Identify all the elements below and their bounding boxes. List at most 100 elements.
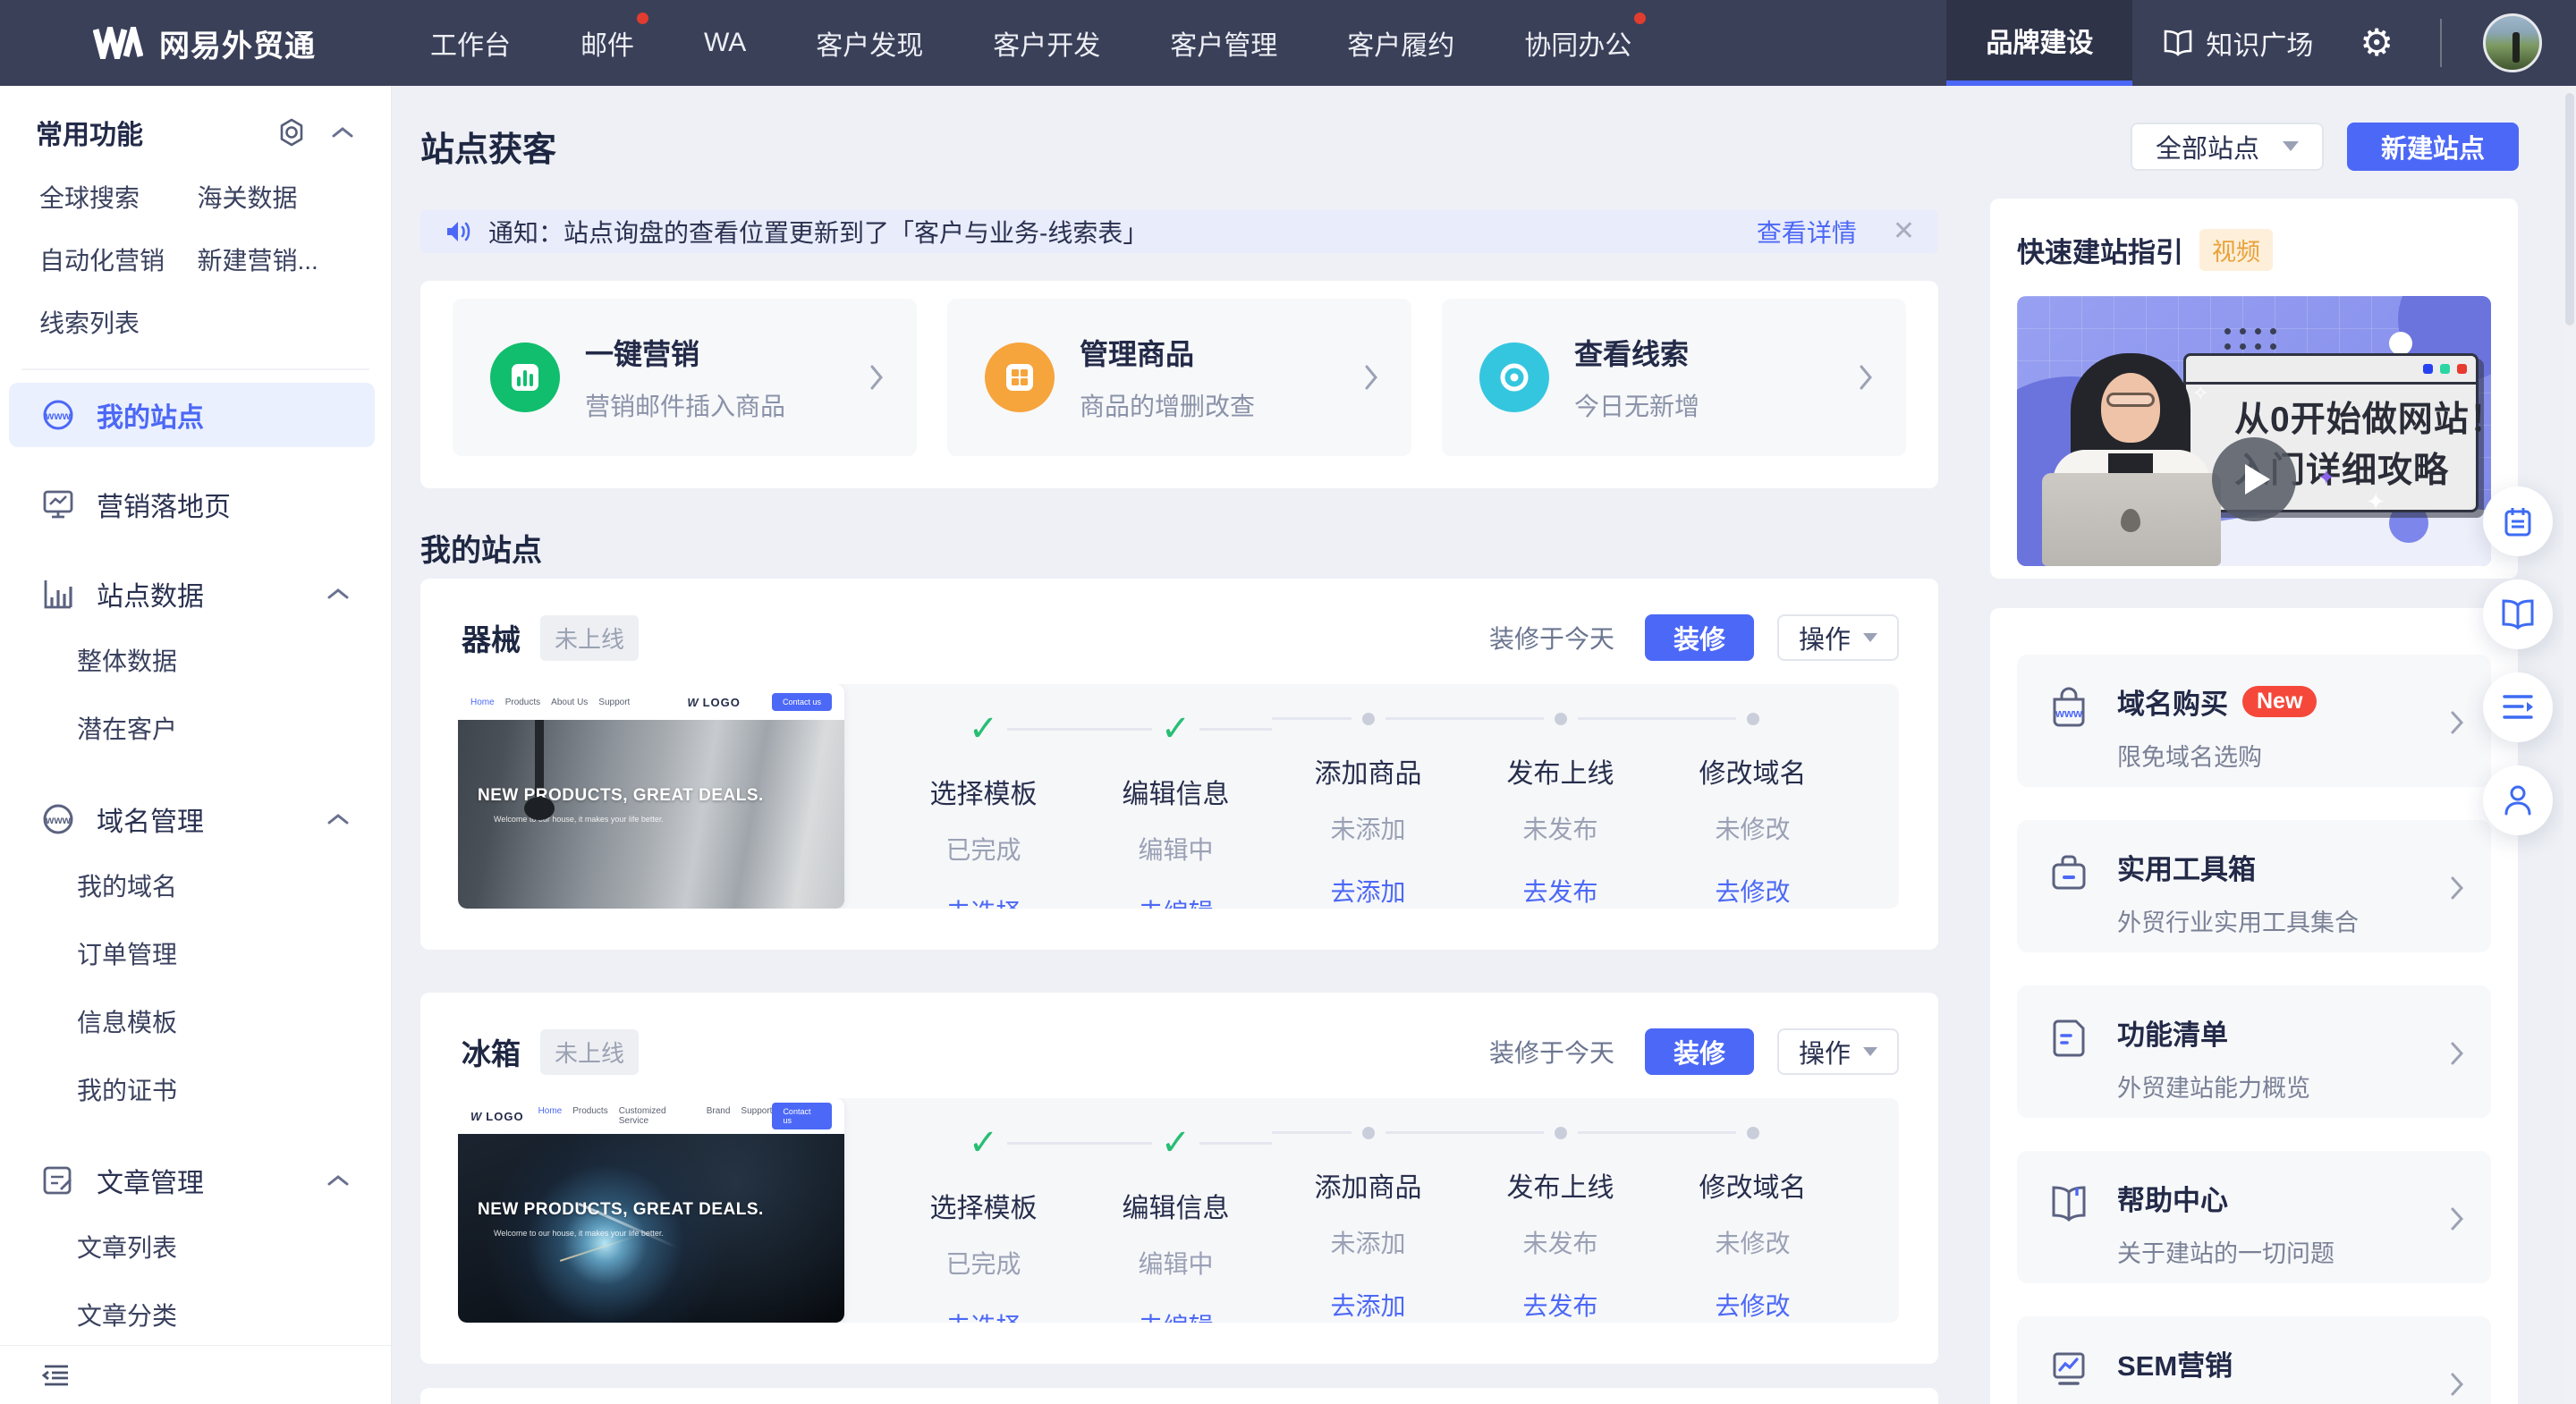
quick-item-auto-marketing[interactable]: 自动化营销 [39, 241, 198, 277]
quick-action-one-click-marketing[interactable]: 一键营销 营销邮件插入商品 [453, 299, 917, 456]
site-filter-select[interactable]: 全部站点 [2131, 123, 2324, 171]
step-action-link[interactable]: 去编辑 [1138, 1307, 1213, 1323]
check-icon: ✓ [1161, 711, 1191, 747]
right-card-subtitle: 外贸建站能力概览 [2117, 1069, 2310, 1104]
sidebar-item-my-site[interactable]: www 我的站点 [9, 383, 375, 447]
step-action-link[interactable]: 去修改 [1715, 1287, 1790, 1323]
quick-action-view-leads[interactable]: 查看线索 今日无新增 [1442, 299, 1906, 456]
scrollbar-thumb[interactable] [2565, 93, 2574, 326]
quick-item-leads-list[interactable]: 线索列表 [39, 304, 198, 340]
decorate-button[interactable]: 装修 [1645, 614, 1754, 661]
floating-button-stack [2483, 486, 2553, 858]
menu-collab-office[interactable]: 协同办公 [1524, 23, 1631, 63]
step-action-link[interactable]: 去发布 [1522, 873, 1597, 909]
avatar[interactable] [2483, 13, 2542, 72]
step-action-link[interactable]: 去选择 [945, 1307, 1021, 1323]
tab-brand-building[interactable]: 品牌建设 [1946, 0, 2132, 86]
chevron-right-icon [2450, 710, 2464, 735]
sidebar-item-info-template[interactable]: 信息模板 [0, 987, 391, 1055]
chevron-up-icon[interactable] [330, 124, 355, 140]
right-card-sem-marketing[interactable]: SEM营销 私人专家，玩转触达 [2017, 1316, 2491, 1404]
menu-mail[interactable]: 邮件 [580, 23, 634, 63]
play-icon[interactable] [2212, 437, 2296, 521]
doc-edit-icon [41, 1164, 75, 1197]
quick-functions-title: 常用功能 [36, 113, 143, 152]
step-action-link[interactable]: 去选择 [945, 893, 1021, 909]
quick-guide-panel: 快速建站指引 视频 从0开始做网站！ 入门详细攻略 [1990, 199, 2518, 579]
quick-actions-panel: 一键营销 营销邮件插入商品 管理商品 商品的增删改查 [420, 281, 1938, 488]
step-choose-template: ✓ 选择模板 已完成 去选择 [887, 1125, 1080, 1323]
site-preview-thumbnail[interactable]: WLOGO Home Products Customized Service B… [458, 1098, 844, 1323]
close-icon[interactable]: ✕ [1893, 218, 1915, 245]
quick-action-title: 查看线索 [1574, 332, 1699, 373]
app-logo[interactable]: 网易外贸通 [93, 0, 316, 86]
sidebar-item-overall-data[interactable]: 整体数据 [0, 626, 391, 694]
step-action-link[interactable]: 去添加 [1330, 1287, 1405, 1323]
sidebar-group-domain-manage[interactable]: www 域名管理 [9, 787, 375, 851]
step-action-link[interactable]: 去修改 [1715, 873, 1790, 909]
knowledge-square-link[interactable]: 知识广场 [2163, 23, 2313, 63]
create-site-button[interactable]: 新建站点 [2347, 123, 2519, 171]
quick-action-title: 一键营销 [585, 332, 785, 373]
scrollbar[interactable] [2563, 86, 2576, 1404]
quick-item-new-marketing[interactable]: 新建营销... [198, 241, 356, 277]
menu-customer-develop[interactable]: 客户开发 [993, 23, 1100, 63]
page-title: 站点获客 [420, 122, 556, 171]
notepad-icon[interactable] [2483, 486, 2553, 556]
right-card-toolbox[interactable]: 实用工具箱 外贸行业实用工具集合 [2017, 820, 2491, 952]
sidebar-item-my-domains[interactable]: 我的域名 [0, 851, 391, 919]
site-preview-thumbnail[interactable]: Home Products About Us Support WLOGO Con… [458, 684, 844, 909]
decorate-button[interactable]: 装修 [1645, 1028, 1754, 1075]
sidebar-group-label: 文章管理 [97, 1161, 204, 1200]
settings-hex-icon[interactable] [276, 117, 307, 148]
preview-nav-link: Support [598, 698, 630, 707]
menu-customer-discovery[interactable]: 客户发现 [816, 23, 923, 63]
quick-action-manage-products[interactable]: 管理商品 商品的增删改查 [947, 299, 1411, 456]
quick-functions-grid: 全球搜索 海关数据 自动化营销 新建营销... 线索列表 [39, 179, 355, 340]
right-card-domain-purchase[interactable]: www 域名购买 New 限免域名选购 [2017, 655, 2491, 787]
quick-item-global-search[interactable]: 全球搜索 [39, 179, 198, 215]
sidebar-group-article-manage[interactable]: 文章管理 [9, 1148, 375, 1213]
site-progress-steps: ✓ 选择模板 已完成 去选择 ✓ 编辑信息 编辑中 去编辑 添加商品 未添加 去… [844, 684, 1899, 909]
grid-icon [985, 343, 1055, 412]
step-dot [1555, 713, 1567, 725]
gear-icon[interactable]: ⚙ [2360, 24, 2394, 62]
chevron-right-icon [2450, 1041, 2464, 1066]
video-title-line1: 从0开始做网站！ [2234, 395, 2462, 446]
chart-bars-icon [490, 343, 560, 412]
chevron-right-icon [869, 363, 885, 392]
right-card-help-center[interactable]: 帮助中心 关于建站的一切问题 [2017, 1151, 2491, 1283]
menu-wa[interactable]: WA [704, 28, 746, 58]
notice-detail-link[interactable]: 查看详情 [1757, 214, 1857, 250]
changelog-icon[interactable] [2483, 672, 2553, 742]
sidebar-item-my-certificates[interactable]: 我的证书 [0, 1055, 391, 1123]
preview-header: WLOGO Home Products Customized Service B… [458, 1098, 844, 1134]
my-sites-section-title: 我的站点 [420, 526, 542, 570]
action-dropdown-button[interactable]: 操作 [1777, 1028, 1899, 1075]
person-icon[interactable] [2483, 765, 2553, 835]
menu-workbench[interactable]: 工作台 [430, 23, 511, 63]
open-book-icon[interactable] [2483, 579, 2553, 649]
book-icon [2163, 30, 2193, 56]
sidebar-group-site-data[interactable]: 站点数据 [9, 562, 375, 626]
quick-item-customs-data[interactable]: 海关数据 [198, 179, 356, 215]
right-card-feature-list[interactable]: 功能清单 外贸建站能力概览 [2017, 985, 2491, 1118]
sidebar-item-article-list[interactable]: 文章列表 [0, 1213, 391, 1281]
menu-customer-fulfill[interactable]: 客户履约 [1347, 23, 1454, 63]
step-action-link[interactable]: 去添加 [1330, 873, 1405, 909]
menu-customer-manage[interactable]: 客户管理 [1170, 23, 1277, 63]
step-action-link[interactable]: 去编辑 [1138, 893, 1213, 909]
step-edit-info: ✓ 编辑信息 编辑中 去编辑 [1080, 711, 1272, 909]
action-dropdown-button[interactable]: 操作 [1777, 614, 1899, 661]
sidebar-item-order-manage[interactable]: 订单管理 [0, 919, 391, 987]
www-globe-icon: www [41, 398, 75, 432]
guide-video-thumbnail[interactable]: 从0开始做网站！ 入门详细攻略 ✧ ✦ ✦ [2017, 296, 2491, 566]
collapse-sidebar-icon[interactable] [41, 1363, 72, 1388]
sidebar-item-article-category[interactable]: 文章分类 [0, 1281, 391, 1349]
sidebar-item-landing-page[interactable]: 营销落地页 [9, 472, 375, 537]
check-icon: ✓ [969, 711, 999, 747]
chevron-right-icon [2450, 1372, 2464, 1397]
sidebar-item-potential-customers[interactable]: 潜在客户 [0, 694, 391, 762]
step-action-link[interactable]: 去发布 [1522, 1287, 1597, 1323]
disc-icon [1479, 343, 1549, 412]
